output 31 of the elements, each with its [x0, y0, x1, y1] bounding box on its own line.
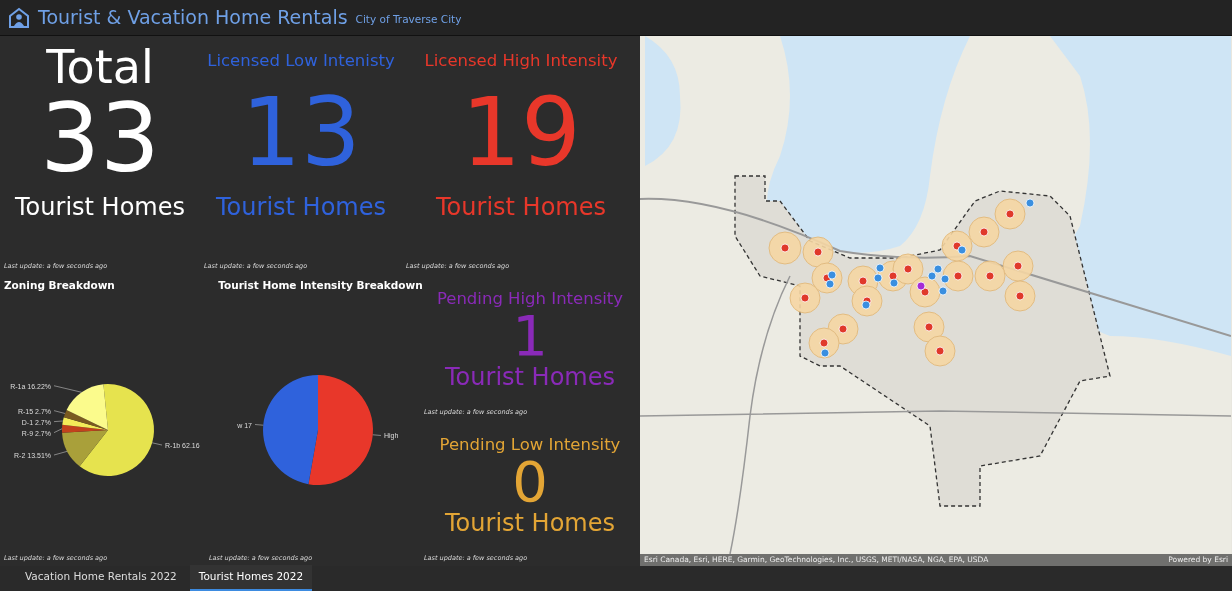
indicator-value: 13: [241, 86, 361, 181]
indicator-value: 33: [40, 92, 160, 186]
map-drawing[interactable]: [640, 36, 1231, 554]
indicator-title: Licensed High Intensity: [424, 52, 618, 71]
house-person-icon: [8, 6, 30, 29]
indicator-title: Pending High Intensity: [436, 290, 624, 309]
dashboard-tab[interactable]: Tourist Homes 2022: [189, 565, 313, 591]
indicator-title: Pending Low Intensity: [439, 436, 621, 455]
indicator-value: 19: [461, 86, 581, 181]
indicator-caption: Tourist Homes: [445, 364, 615, 391]
indicator-caption: Tourist Homes: [216, 194, 386, 221]
leader-line: [372, 434, 382, 436]
leader-line: [53, 450, 68, 456]
indicator-title: Licensed Low Intenisty: [207, 52, 395, 71]
indicator-value: 0: [512, 454, 548, 511]
indicator-title: Total: [46, 44, 154, 90]
indicator-caption: Tourist Homes: [445, 510, 615, 537]
leader-line: [53, 410, 66, 414]
leader-line: [53, 428, 63, 433]
chart-title: Tourist Home Intensity Breakdown: [217, 278, 423, 293]
leader-line: [53, 420, 64, 422]
indicator-caption: Tourist Homes: [436, 194, 606, 221]
leader-line: [254, 423, 264, 426]
indicator-value: 1: [512, 308, 548, 365]
dashboard-subtitle: City of Traverse City: [355, 11, 462, 27]
dashboard-tab[interactable]: Vacation Home Rentals 2022: [16, 565, 186, 591]
leader-line: [53, 385, 82, 393]
indicator-caption: Tourist Homes: [15, 194, 185, 221]
chart-title: Zoning Breakdown: [3, 278, 116, 293]
dashboard-title: Tourist & Vacation Home Rentals: [38, 8, 348, 27]
leader-line: [151, 442, 163, 446]
